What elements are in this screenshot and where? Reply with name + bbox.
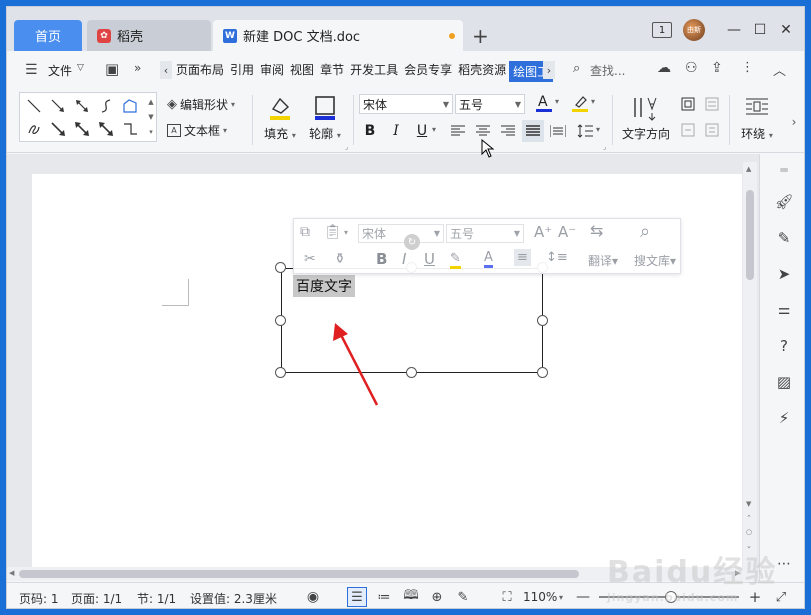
page-view-icon[interactable]: ☰ [347,587,367,607]
lightning-icon[interactable]: ⚡︎ [774,408,794,428]
scroll-up-icon[interactable]: ▲ [746,165,751,173]
pages-status[interactable]: 页面: 1/1 [71,590,122,607]
wps-window: 首页 ✿ 稻壳 W 新建 DOC 文档.doc + 1 由斯 — ☐ ✕ ☰ 文… [6,6,805,609]
zoom-out-icon[interactable]: — [573,587,593,607]
rocket-icon[interactable]: 🚀︎ [774,192,794,212]
image-tool-icon[interactable]: ▨ [774,372,794,392]
vertical-scroll-thumb[interactable] [746,190,754,280]
scroll-left-icon[interactable]: ◀ [9,569,14,577]
sliders-icon[interactable]: ⚌ [774,300,794,320]
outline-view-icon[interactable]: ≔ [374,587,394,607]
write-mode-icon[interactable]: ✎ [453,587,473,607]
setting-status[interactable]: 设置值: 2.3厘米 [190,590,277,607]
help-icon[interactable]: ? [774,336,794,356]
section-status[interactable]: 节: 1/1 [137,590,176,607]
zoom-level[interactable]: 110% [523,590,557,604]
fit-page-icon[interactable]: ⛶ [497,587,517,607]
eye-protection-icon[interactable]: ◉ [303,587,323,607]
cursor-icon[interactable]: ➤ [774,264,794,284]
annotation-arrow-icon [333,323,379,406]
panel-grip-icon[interactable]: ═ [774,160,794,180]
horizontal-scroll-thumb[interactable] [19,570,579,578]
reading-view-icon[interactable]: 🕮︎ [401,587,421,607]
web-view-icon[interactable]: ⊕ [427,587,447,607]
pen-icon[interactable]: ✎ [774,228,794,248]
vertical-scrollbar[interactable]: ▲ ▼ ⌃ ○ ⌄ [743,162,757,567]
baidu-watermark: Baidu经验 jingyan.baidu.com [607,555,778,604]
scroll-down-icon[interactable]: ▼ [746,500,751,508]
chevron-down-icon[interactable]: ▾ [559,593,563,602]
page-code-status[interactable]: 页码: 1 [19,590,59,607]
mouse-cursor-icon [481,139,495,158]
prev-page-icon[interactable]: ⌃ [746,514,752,522]
right-side-panel: ═ 🚀︎ ✎ ➤ ⚌ ? ▨ ⚡︎ ⋯ [759,154,804,581]
select-browse-icon[interactable]: ○ [746,528,752,536]
